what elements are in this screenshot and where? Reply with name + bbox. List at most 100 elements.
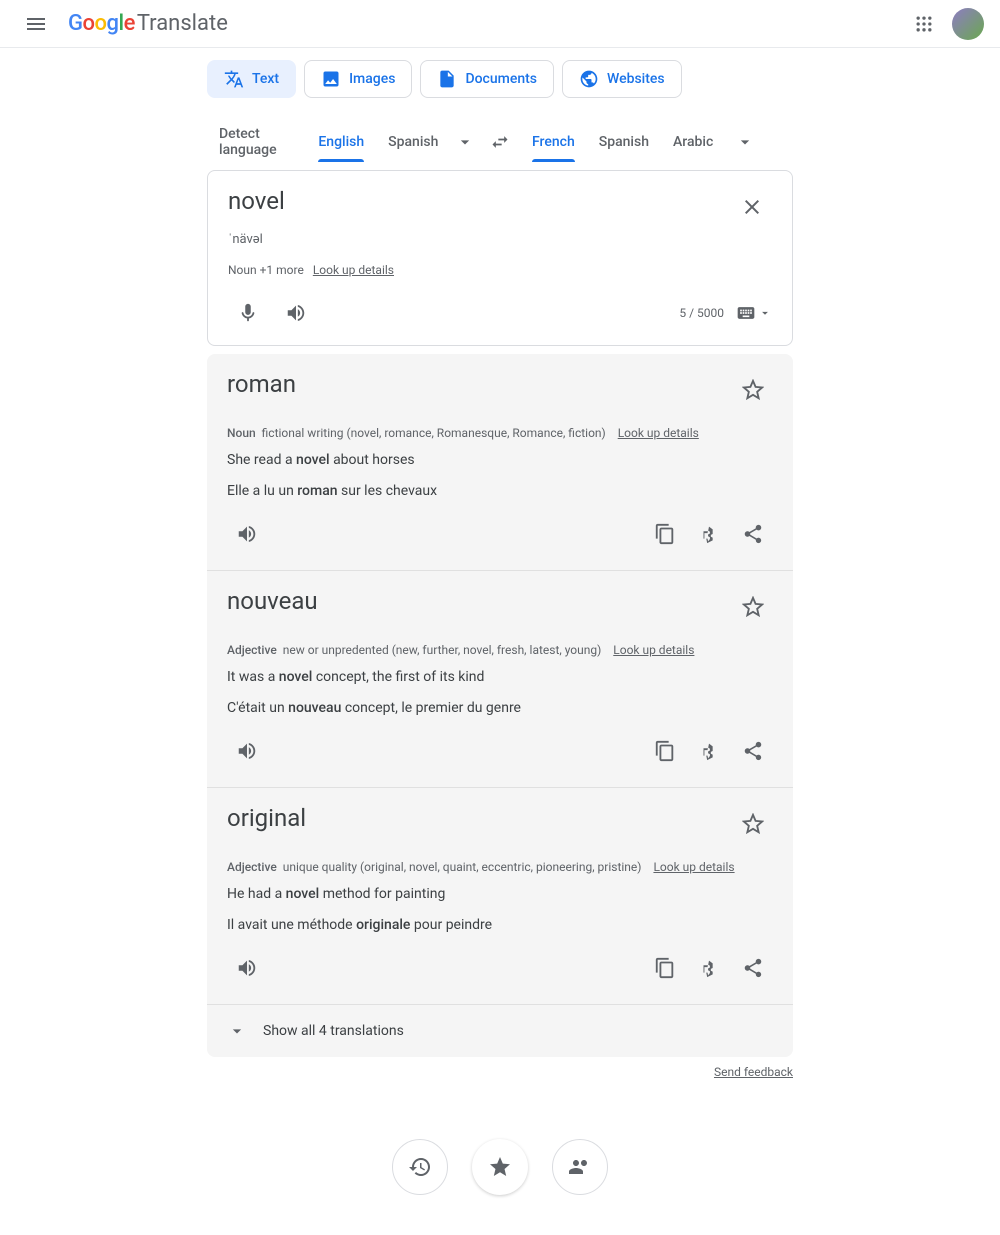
star-outline-icon — [742, 596, 764, 618]
star-icon — [488, 1155, 512, 1179]
share-icon — [742, 523, 764, 545]
translation-word: nouveau — [227, 587, 318, 615]
part-of-speech: Adjective — [227, 860, 277, 874]
lookup-details-link[interactable]: Look up details — [618, 426, 699, 440]
thumbs-icon — [698, 523, 720, 545]
google-translate-logo[interactable]: Google Translate — [68, 11, 228, 36]
part-of-speech: Adjective — [227, 643, 277, 657]
rate-translation-button[interactable] — [689, 731, 729, 771]
contribute-button[interactable] — [552, 1139, 608, 1195]
listen-translation-button[interactable] — [227, 514, 267, 554]
copy-translation-button[interactable] — [645, 948, 685, 988]
share-translation-button[interactable] — [733, 514, 773, 554]
globe-icon — [579, 69, 599, 89]
star-outline-icon — [742, 813, 764, 835]
show-all-translations-button[interactable]: Show all 4 translations — [207, 1005, 793, 1057]
pronunciation-text: ˈnävəl — [228, 231, 772, 247]
thumbs-icon — [698, 957, 720, 979]
target-lang-french[interactable]: French — [520, 122, 587, 162]
example-french: Il avait une méthode originale pour pein… — [227, 915, 773, 936]
share-icon — [742, 957, 764, 979]
send-feedback-link[interactable]: Send feedback — [714, 1065, 793, 1079]
translation-word: original — [227, 804, 306, 832]
show-all-label: Show all 4 translations — [263, 1023, 404, 1039]
translation-result-card: original Adjective unique quality (origi… — [207, 788, 793, 1005]
rate-translation-button[interactable] — [689, 514, 729, 554]
listen-source-button[interactable] — [276, 293, 316, 333]
mode-text-label: Text — [252, 71, 279, 87]
copy-translation-button[interactable] — [645, 514, 685, 554]
google-wordmark: Google — [68, 11, 135, 36]
mode-images-label: Images — [349, 71, 395, 87]
lookup-details-link[interactable]: Look up details — [653, 860, 734, 874]
pos-summary: Noun +1 more — [228, 263, 304, 277]
mode-websites-tab[interactable]: Websites — [562, 60, 682, 98]
copy-translation-button[interactable] — [645, 731, 685, 771]
hamburger-icon — [24, 12, 48, 36]
speaker-icon — [236, 957, 258, 979]
example-french: Elle a lu un roman sur les chevaux — [227, 481, 773, 502]
source-input-card: novel ˈnävəl Noun +1 more Look up detail… — [207, 170, 793, 346]
voice-input-button[interactable] — [228, 293, 268, 333]
apps-grid-icon — [914, 14, 934, 34]
history-button[interactable] — [392, 1139, 448, 1195]
mode-documents-tab[interactable]: Documents — [420, 60, 554, 98]
speaker-icon — [285, 302, 307, 324]
microphone-icon — [237, 302, 259, 324]
star-outline-icon — [742, 379, 764, 401]
mode-text-tab[interactable]: Text — [207, 60, 296, 98]
speaker-icon — [236, 740, 258, 762]
image-icon — [321, 69, 341, 89]
meaning-synonyms: new or unpredented (new, further, novel,… — [283, 643, 602, 657]
lookup-details-link[interactable]: Look up details — [313, 263, 394, 277]
thumbs-icon — [698, 740, 720, 762]
listen-translation-button[interactable] — [227, 948, 267, 988]
save-translation-button[interactable] — [733, 587, 773, 627]
translation-result-card: nouveau Adjective new or unpredented (ne… — [207, 571, 793, 788]
chevron-down-icon — [227, 1021, 247, 1041]
translation-result-card: roman Noun fictional writing (novel, rom… — [207, 354, 793, 571]
copy-icon — [654, 740, 676, 762]
chevron-down-icon — [758, 306, 772, 320]
product-name: Translate — [137, 11, 228, 36]
listen-translation-button[interactable] — [227, 731, 267, 771]
character-count: 5 / 5000 — [679, 306, 724, 320]
source-lang-english[interactable]: English — [306, 122, 376, 162]
example-english: She read a novel about horses — [227, 450, 773, 471]
chevron-down-icon — [735, 132, 755, 152]
target-lang-arabic[interactable]: Arabic — [661, 122, 725, 162]
close-icon — [740, 195, 764, 219]
source-lang-more[interactable] — [450, 122, 480, 162]
target-lang-more[interactable] — [725, 122, 765, 162]
mode-websites-label: Websites — [607, 71, 665, 87]
share-translation-button[interactable] — [733, 731, 773, 771]
mode-documents-label: Documents — [465, 71, 537, 87]
share-icon — [742, 740, 764, 762]
target-lang-spanish[interactable]: Spanish — [587, 122, 661, 162]
save-translation-button[interactable] — [733, 804, 773, 844]
saved-button[interactable] — [472, 1139, 528, 1195]
input-tools-button[interactable] — [736, 303, 772, 323]
clear-source-button[interactable] — [732, 187, 772, 227]
source-lang-detect[interactable]: Detect language — [207, 114, 306, 170]
save-translation-button[interactable] — [733, 370, 773, 410]
copy-icon — [654, 523, 676, 545]
source-lang-spanish[interactable]: Spanish — [376, 122, 450, 162]
rate-translation-button[interactable] — [689, 948, 729, 988]
example-french: C'était un nouveau concept, le premier d… — [227, 698, 773, 719]
google-apps-button[interactable] — [904, 4, 944, 44]
swap-languages-button[interactable] — [480, 122, 520, 162]
source-text-input[interactable]: novel — [228, 187, 732, 215]
history-icon — [408, 1155, 432, 1179]
account-avatar[interactable] — [952, 8, 984, 40]
document-icon — [437, 69, 457, 89]
share-translation-button[interactable] — [733, 948, 773, 988]
mode-images-tab[interactable]: Images — [304, 60, 412, 98]
swap-icon — [490, 132, 510, 152]
copy-icon — [654, 957, 676, 979]
main-menu-button[interactable] — [16, 4, 56, 44]
speaker-icon — [236, 523, 258, 545]
part-of-speech: Noun — [227, 426, 256, 440]
keyboard-icon — [736, 303, 756, 323]
lookup-details-link[interactable]: Look up details — [613, 643, 694, 657]
